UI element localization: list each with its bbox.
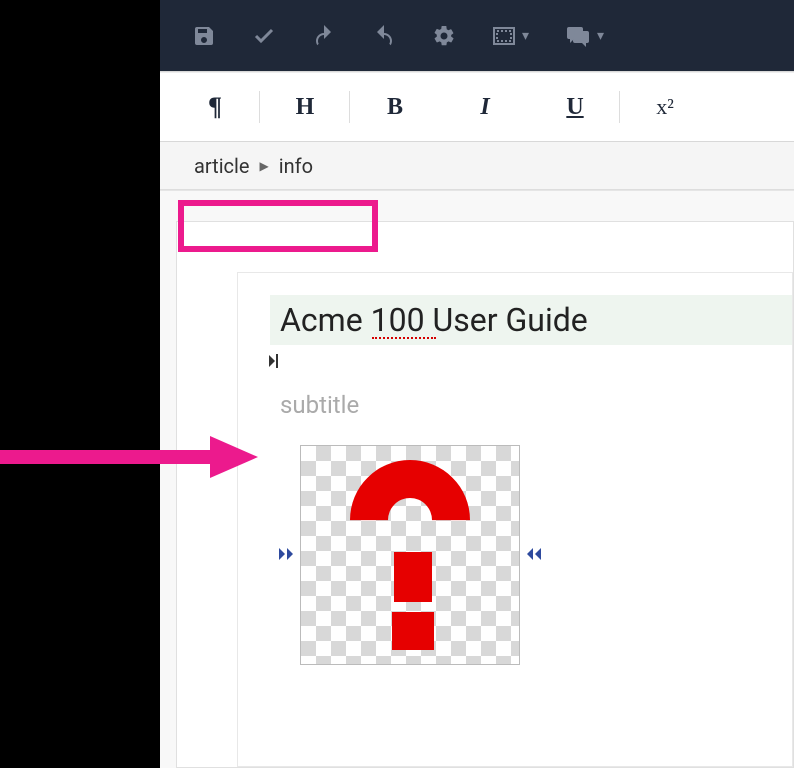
redo-icon[interactable] bbox=[372, 24, 396, 48]
article-block: Acme 100 User Guide subtitle bbox=[237, 272, 793, 767]
paragraph-button[interactable]: ¶ bbox=[170, 83, 260, 131]
top-toolbar: ▾ ▾ bbox=[160, 0, 794, 72]
superscript-button[interactable]: x² bbox=[620, 83, 710, 131]
spellcheck-underline bbox=[372, 337, 436, 339]
check-icon[interactable] bbox=[252, 24, 276, 48]
present-dropdown[interactable]: ▾ bbox=[492, 26, 529, 46]
breadcrumb-separator-icon: ▶ bbox=[260, 159, 269, 173]
main-content: ▾ ▾ ¶ H B I U x² article ▶ info Acme 100… bbox=[160, 0, 794, 768]
chevron-down-icon: ▾ bbox=[597, 28, 604, 44]
underline-button[interactable]: U bbox=[530, 83, 620, 131]
format-toolbar: ¶ H B I U x² bbox=[160, 72, 794, 142]
italic-button[interactable]: I bbox=[440, 83, 530, 131]
bold-button[interactable]: B bbox=[350, 83, 440, 131]
breadcrumb-item[interactable]: article bbox=[194, 154, 250, 178]
image-block bbox=[278, 445, 792, 665]
image-placeholder[interactable] bbox=[300, 445, 520, 665]
breadcrumb-item[interactable]: info bbox=[279, 154, 313, 178]
left-sidebar bbox=[0, 0, 160, 768]
undo-icon[interactable] bbox=[312, 24, 336, 48]
save-icon[interactable] bbox=[192, 24, 216, 48]
heading-button[interactable]: H bbox=[260, 83, 350, 131]
chevron-down-icon: ▾ bbox=[522, 28, 529, 44]
editor-wrapper: Acme 100 User Guide subtitle bbox=[160, 190, 794, 768]
title-text: Acme 100 User Guide bbox=[280, 301, 588, 339]
insert-cursor-icon[interactable] bbox=[268, 349, 792, 373]
question-mark-icon bbox=[340, 460, 480, 650]
gear-icon[interactable] bbox=[432, 24, 456, 48]
image-next-icon[interactable] bbox=[524, 546, 542, 564]
breadcrumb-bar: article ▶ info bbox=[160, 142, 794, 190]
image-prev-icon[interactable] bbox=[278, 546, 296, 564]
editor-page: Acme 100 User Guide subtitle bbox=[176, 221, 794, 768]
title-field[interactable]: Acme 100 User Guide bbox=[270, 295, 792, 345]
chat-dropdown[interactable]: ▾ bbox=[565, 25, 604, 47]
subtitle-field[interactable]: subtitle bbox=[270, 391, 792, 419]
breadcrumb[interactable]: article ▶ info bbox=[180, 148, 327, 184]
